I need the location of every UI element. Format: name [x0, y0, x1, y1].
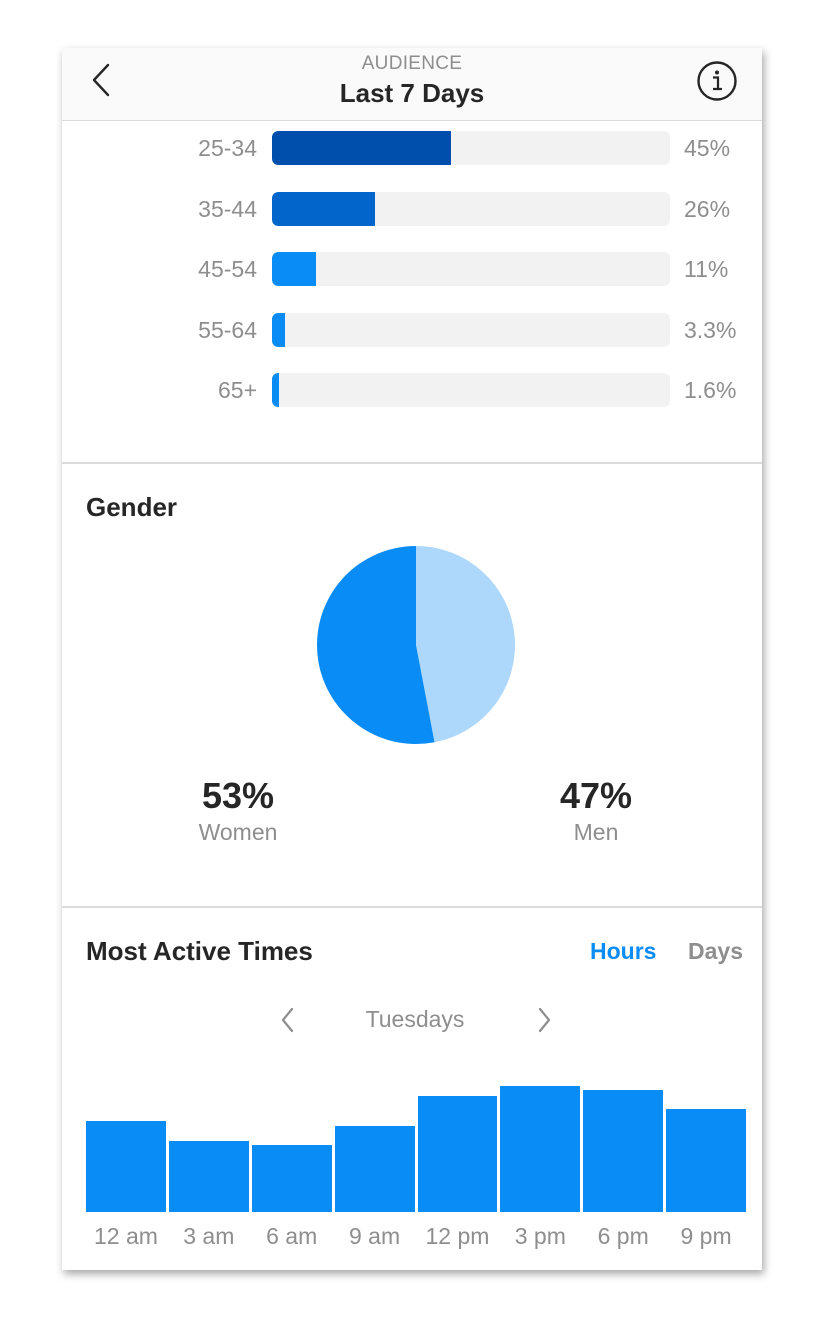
age-range-label: 65+	[217, 377, 257, 403]
active-times-title: Most Active Times	[86, 936, 313, 966]
age-range-row: 35-44 26%	[62, 191, 762, 226]
gender-title: Gender	[86, 492, 178, 522]
women-label: Women	[198, 819, 278, 845]
audience-card: AUDIENCE Last 7 Days 25-34 45% 35-44 26% 45-…	[62, 48, 762, 1270]
active-times-bar	[417, 1096, 498, 1212]
age-range-track	[272, 131, 670, 165]
header-bar: AUDIENCE Last 7 Days	[62, 48, 762, 121]
age-range-track	[272, 373, 670, 407]
active-times-bar	[334, 1126, 415, 1212]
women-stat: 53% Women	[138, 775, 338, 846]
age-range-bar	[272, 312, 286, 347]
active-times-x-label: 12 am	[93, 1223, 158, 1249]
age-range-value: 11%	[684, 256, 729, 282]
active-times-chart	[86, 1068, 746, 1212]
men-label: Men	[573, 819, 619, 845]
active-times-bar	[583, 1089, 664, 1212]
age-range-label: 35-44	[198, 195, 257, 222]
active-times-bar	[168, 1141, 249, 1212]
active-times-x-label: 3 am	[183, 1223, 235, 1249]
info-button[interactable]	[696, 60, 738, 102]
age-range-value: 3.3%	[684, 316, 737, 343]
next-day-button[interactable]	[532, 1005, 556, 1035]
tab-hours[interactable]: Hours	[590, 938, 656, 965]
age-range-row: 55-64 3.3%	[62, 312, 762, 347]
age-range-value: 1.6%	[684, 377, 737, 403]
active-times-x-label: 9 pm	[680, 1223, 732, 1249]
active-times-bar	[666, 1108, 746, 1212]
tab-days[interactable]: Days	[688, 938, 743, 965]
active-times-x-label: 6 pm	[597, 1223, 649, 1249]
age-range-label: 45-54	[198, 256, 257, 282]
active-times-x-label: 9 am	[348, 1223, 401, 1249]
pie-slice-men	[416, 546, 516, 743]
age-range-label: 55-64	[198, 316, 257, 343]
age-range-row: 45-54 11%	[62, 252, 762, 286]
active-times-bar	[500, 1086, 581, 1212]
gender-pie-chart	[317, 546, 516, 744]
age-range-bar	[272, 373, 279, 407]
men-stat: 47% Men	[496, 775, 696, 846]
age-range-track	[272, 312, 670, 347]
active-times-bar	[86, 1121, 166, 1212]
active-times-x-label: 12 pm	[425, 1223, 490, 1249]
women-percent: 53%	[201, 775, 275, 816]
info-circle-icon	[697, 61, 737, 101]
age-range-bar	[272, 191, 376, 226]
active-times-x-label: 3 pm	[514, 1223, 566, 1249]
header-subtitle: AUDIENCE	[361, 53, 463, 74]
age-range-row: 65+ 1.6%	[62, 373, 762, 407]
age-range-label: 25-34	[198, 135, 257, 161]
men-percent: 47%	[559, 775, 633, 816]
age-range-bar	[272, 252, 316, 286]
age-range-track	[272, 252, 670, 286]
day-label: Tuesdays	[365, 1006, 465, 1032]
age-range-value: 45%	[684, 135, 731, 161]
section-divider	[62, 906, 762, 908]
day-selector: Tuesdays	[62, 1003, 762, 1039]
age-range-bar	[272, 131, 452, 165]
active-times-bar	[251, 1145, 332, 1212]
chevron-right-icon	[538, 1007, 551, 1033]
age-range-row: 25-34 45%	[62, 131, 762, 165]
age-range-track	[272, 191, 670, 226]
header-title: Last 7 Days	[339, 78, 485, 108]
active-times-x-label: 6 am	[266, 1223, 318, 1249]
section-divider	[62, 462, 762, 464]
age-range-value: 26%	[684, 195, 731, 222]
